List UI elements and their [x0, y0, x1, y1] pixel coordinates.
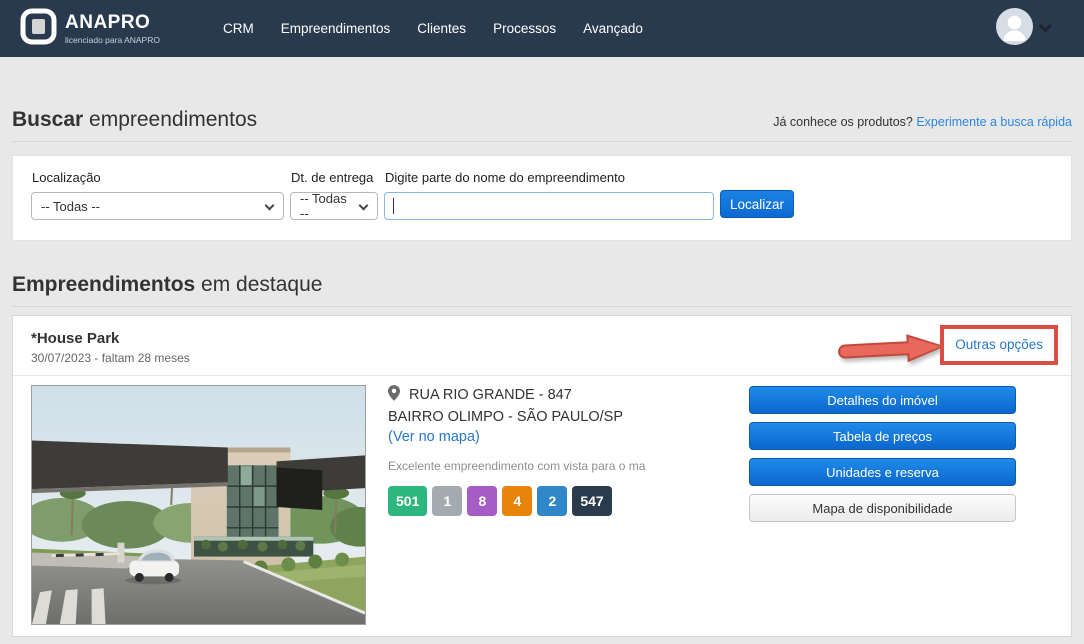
view-on-map-link[interactable]: (Ver no mapa)	[388, 427, 480, 447]
section-divider	[12, 306, 1072, 307]
search-panel: Localização -- Todas -- Dt. de entrega -…	[12, 155, 1072, 241]
unit-count-badge: 501	[388, 486, 428, 516]
property-info: RUA RIO GRANDE - 847 BAIRRO OLIMPO - SÃO…	[388, 385, 728, 625]
quick-search-hint: Já conhece os produtos? Experimente a bu…	[773, 115, 1072, 129]
property-image[interactable]	[31, 385, 366, 625]
location-select[interactable]: -- Todas --	[31, 192, 284, 220]
select-caret-icon	[358, 200, 369, 211]
address-line-1: RUA RIO GRANDE - 847	[388, 385, 728, 407]
name-search-input[interactable]	[384, 192, 714, 220]
unit-count-badge: 547	[572, 486, 612, 516]
menu-item-crm[interactable]: CRM	[223, 21, 254, 36]
user-avatar	[996, 7, 1033, 50]
localizar-button[interactable]: Localizar	[720, 190, 794, 218]
brand[interactable]: ANAPRO licenciado para ANAPRO	[20, 8, 160, 50]
other-options-link[interactable]: Outras opções	[955, 337, 1043, 352]
unit-count-badge: 2	[537, 486, 568, 516]
select-caret-icon	[264, 200, 275, 211]
unit-count-badge: 8	[467, 486, 498, 516]
unit-count-badge: 1	[432, 486, 463, 516]
property-description: Excelente empreendimento com vista para …	[388, 459, 646, 473]
address-line-2: BAIRRO OLIMPO - SÃO PAULO/SP	[388, 409, 624, 425]
tabela-de-precos-button[interactable]: Tabela de preços	[749, 422, 1016, 450]
location-label: Localização	[32, 170, 101, 185]
text-cursor	[393, 198, 394, 214]
user-menu-button[interactable]	[996, 7, 1052, 50]
main-menu: CRM Empreendimentos Clientes Processos Avanç…	[223, 21, 643, 36]
brand-name: ANAPRO	[65, 11, 151, 33]
unit-count-badge: 4	[502, 486, 533, 516]
menu-item-processos[interactable]: Processos	[493, 21, 556, 36]
detalhes-do-imovel-button[interactable]: Detalhes do imóvel	[749, 386, 1016, 414]
unidades-e-reserva-button[interactable]: Unidades e reserva	[749, 458, 1016, 486]
property-card-header: *House Park 30/07/2023 - faltam 28 meses…	[13, 316, 1071, 376]
section-divider	[12, 141, 1072, 142]
delivery-date-select[interactable]: -- Todas --	[290, 191, 378, 221]
menu-item-empreendimentos[interactable]: Empreendimentos	[281, 21, 391, 36]
featured-section-title: Empreendimentos em destaque	[12, 273, 323, 296]
mapa-de-disponibilidade-button[interactable]: Mapa de disponibilidade	[749, 494, 1016, 522]
name-search-label: Digite parte do nome do empreendimento	[385, 170, 625, 185]
search-section-title: Buscar empreendimentos	[12, 108, 258, 131]
annotation-highlight-box: Outras opções	[940, 325, 1058, 365]
menu-item-avancado[interactable]: Avançado	[583, 21, 643, 36]
anapro-logo-icon	[20, 8, 57, 50]
map-pin-icon	[388, 385, 404, 405]
quick-search-link[interactable]: Experimente a busca rápida	[916, 115, 1072, 129]
menu-item-clientes[interactable]: Clientes	[417, 21, 466, 36]
top-navbar: ANAPRO licenciado para ANAPRO CRM Empreen…	[0, 0, 1084, 57]
delivery-date-label: Dt. de entrega	[291, 170, 374, 185]
property-card: *House Park 30/07/2023 - faltam 28 meses…	[12, 315, 1072, 637]
chevron-down-icon	[1039, 20, 1052, 38]
brand-subtitle: licenciado para ANAPRO	[65, 34, 160, 45]
annotation-arrow-icon	[837, 334, 949, 364]
property-actions: Detalhes do imóvel Tabela de preços Unidad…	[749, 385, 1016, 625]
unit-status-badges: 501 1 8 4 2 547	[388, 486, 728, 516]
